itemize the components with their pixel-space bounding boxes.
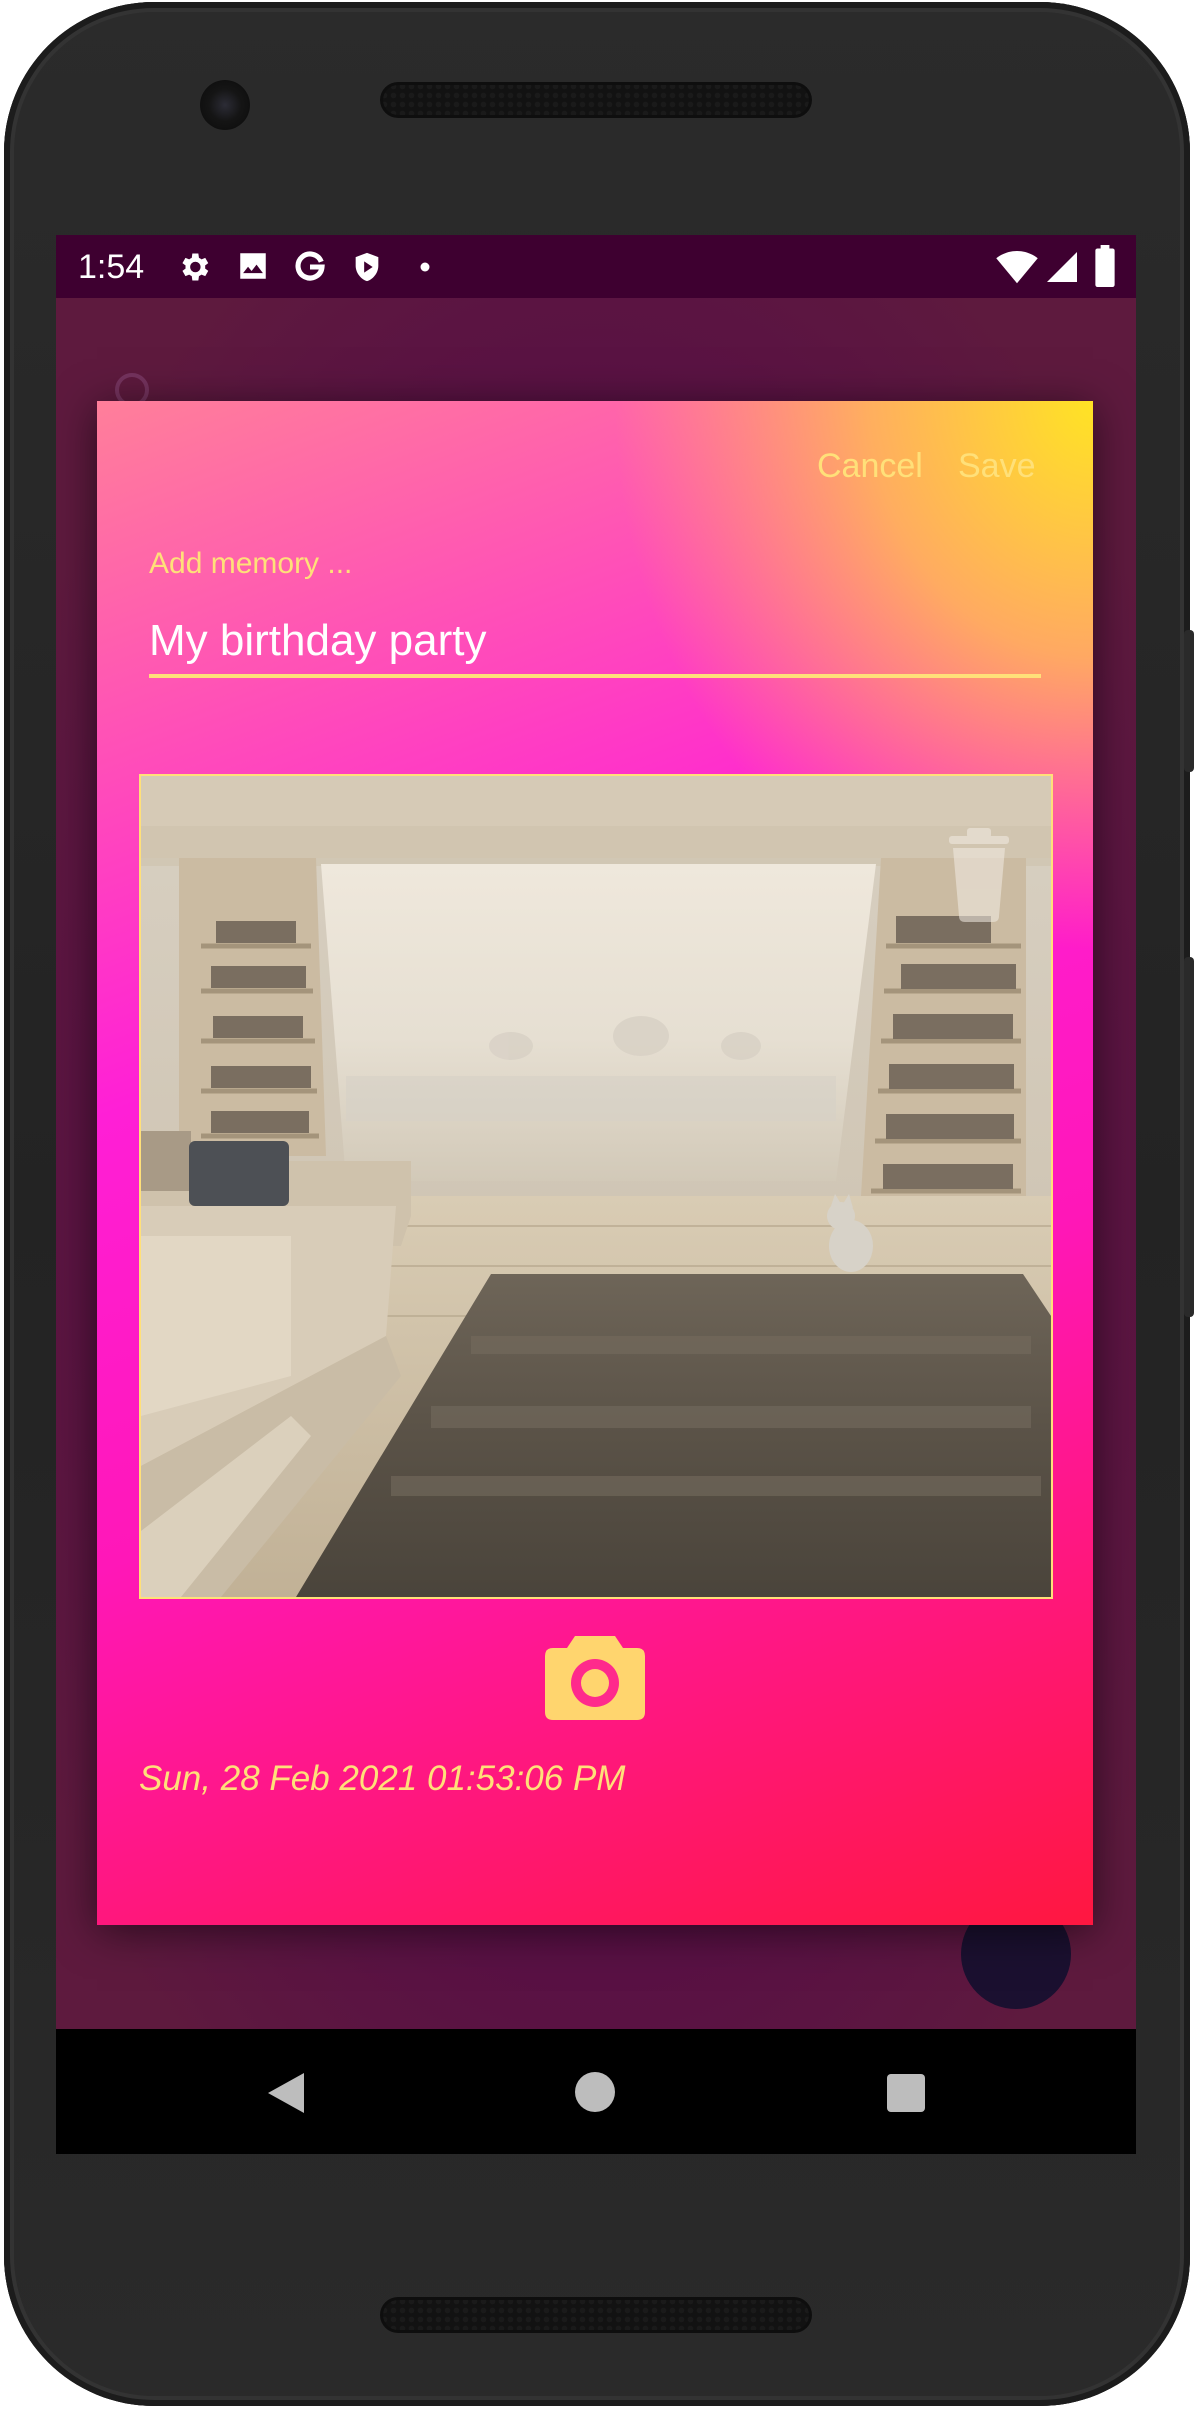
gear-icon	[182, 253, 209, 281]
back-icon[interactable]	[266, 2071, 306, 2115]
google-g-icon	[295, 251, 325, 281]
status-bar: 1:54	[56, 235, 1136, 298]
image-icon	[240, 253, 266, 279]
top-speaker	[380, 82, 812, 118]
memory-photo	[139, 774, 1053, 1599]
volume-button	[1184, 957, 1194, 1317]
shield-play-icon	[355, 252, 379, 282]
recents-icon[interactable]	[886, 2073, 926, 2113]
status-time: 1:54	[78, 248, 145, 286]
memory-input[interactable]	[149, 613, 1039, 669]
cancel-button[interactable]: Cancel	[817, 447, 923, 486]
memory-date: Sun, 28 Feb 2021 01:53:06 PM	[139, 1759, 626, 1798]
living-room-photo	[141, 776, 1051, 1597]
add-memory-dialog: Cancel Save Add memory ... My birthday p…	[97, 401, 1093, 1925]
front-camera	[200, 80, 250, 130]
dot-icon	[420, 262, 430, 272]
camera-icon[interactable]	[545, 1630, 645, 1720]
save-button[interactable]: Save	[958, 447, 1036, 486]
memory-input-underline	[149, 674, 1041, 678]
home-icon[interactable]	[574, 2071, 616, 2113]
memory-field-label: Add memory ...	[149, 547, 353, 580]
power-button	[1184, 630, 1194, 772]
phone-frame: 1:54 Cancel Save Add memory ... My birth…	[4, 2, 1194, 2406]
wifi-icon	[996, 250, 1038, 284]
screen: 1:54 Cancel Save Add memory ... My birth…	[56, 235, 1136, 2154]
navigation-bar	[56, 2029, 1136, 2154]
battery-icon	[1095, 245, 1115, 287]
signal-icon	[1047, 252, 1077, 282]
bottom-speaker	[380, 2297, 812, 2333]
